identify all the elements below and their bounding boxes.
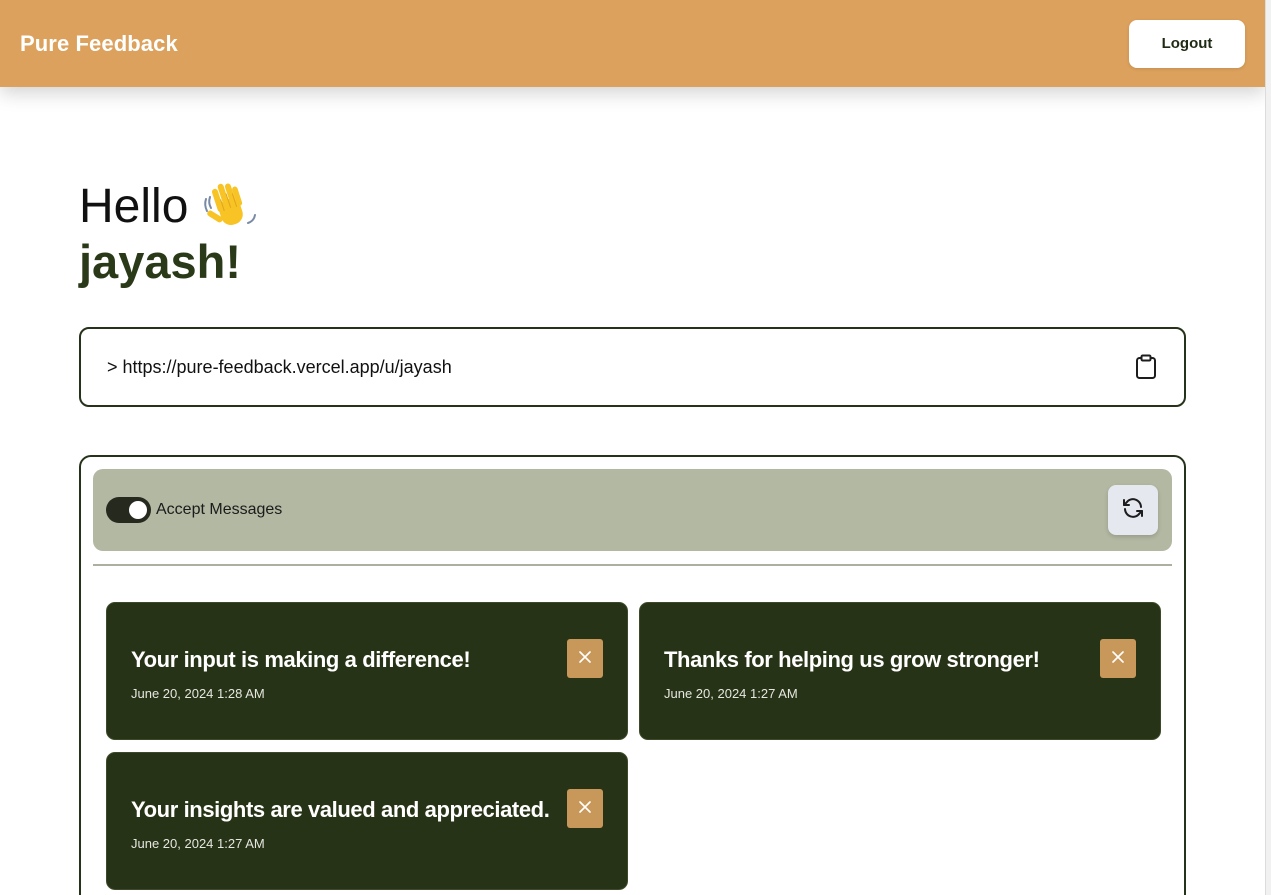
navbar: Pure Feedback Logout — [0, 0, 1265, 87]
message-date: June 20, 2024 1:28 AM — [131, 686, 265, 701]
profile-link-box: > https://pure-feedback.vercel.app/u/jay… — [79, 327, 1186, 407]
toolbar-divider — [93, 564, 1172, 566]
greeting: Hello jayash! — [79, 178, 258, 290]
message-content: Your input is making a difference! — [131, 647, 471, 672]
brand-title[interactable]: Pure Feedback — [20, 31, 178, 57]
username: jayash! — [79, 235, 241, 288]
message-date: June 20, 2024 1:27 AM — [664, 686, 798, 701]
message-card: Thanks for helping us grow stronger! Jun… — [639, 602, 1161, 740]
hello-text: Hello — [79, 180, 189, 233]
message-content: Your insights are valued and appreciated… — [131, 797, 550, 822]
message-card: Your input is making a difference! June … — [106, 602, 628, 740]
waving-hand-icon — [202, 179, 258, 235]
refresh-button[interactable] — [1108, 485, 1158, 535]
logout-button[interactable]: Logout — [1129, 19, 1245, 68]
messages-panel: Accept Messages Your input is making a d… — [79, 455, 1186, 895]
delete-message-button[interactable] — [567, 789, 603, 828]
accept-messages-toggle[interactable] — [106, 497, 151, 523]
close-icon — [1112, 650, 1124, 668]
message-card: Your insights are valued and appreciated… — [106, 752, 628, 890]
message-date: June 20, 2024 1:27 AM — [131, 836, 265, 851]
accept-messages-control: Accept Messages — [106, 497, 282, 523]
accept-messages-label: Accept Messages — [156, 501, 283, 518]
close-icon — [579, 800, 591, 818]
clipboard-icon[interactable] — [1132, 353, 1160, 381]
close-icon — [579, 650, 591, 668]
delete-message-button[interactable] — [1100, 639, 1136, 678]
refresh-icon — [1121, 496, 1145, 525]
hello-line: Hello — [79, 178, 258, 236]
delete-message-button[interactable] — [567, 639, 603, 678]
message-content: Thanks for helping us grow stronger! — [664, 647, 1040, 672]
profile-link-text[interactable]: > https://pure-feedback.vercel.app/u/jay… — [107, 357, 452, 378]
page-scrollbar[interactable] — [1265, 0, 1271, 895]
messages-toolbar: Accept Messages — [93, 469, 1172, 551]
toggle-knob — [129, 501, 147, 519]
